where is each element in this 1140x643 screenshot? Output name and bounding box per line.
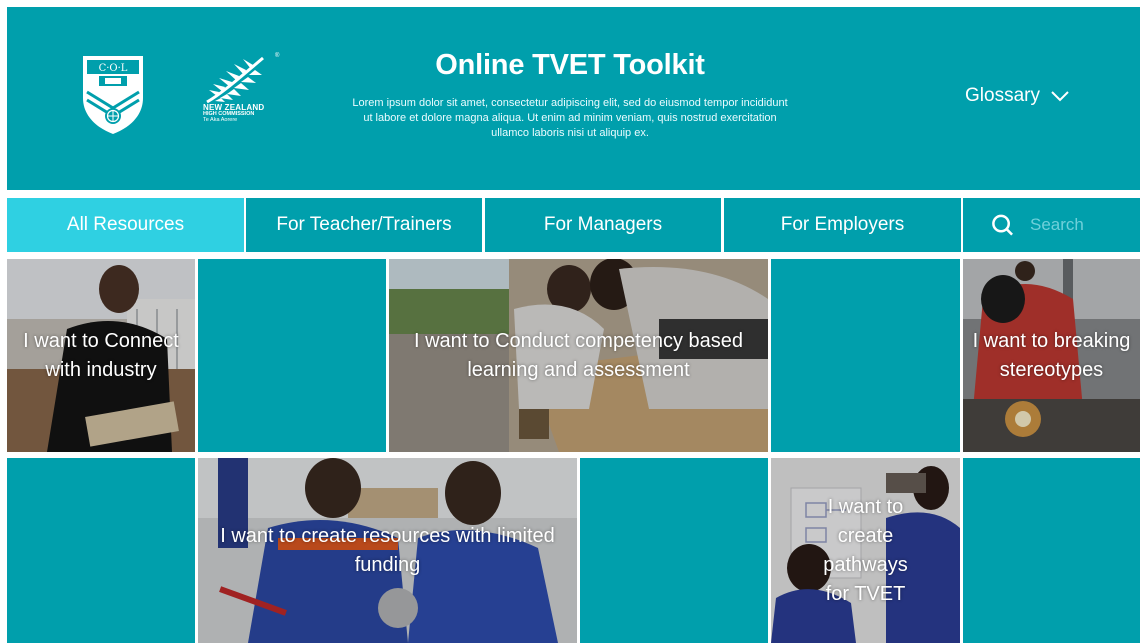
glossary-dropdown[interactable]: Glossary	[965, 81, 1070, 111]
tile-breaking-stereotypes[interactable]: I want to breaking stereotypes	[963, 259, 1140, 452]
tab-employers[interactable]: For Employers	[724, 198, 961, 252]
tab-managers[interactable]: For Managers	[485, 198, 721, 252]
site-title: Online TVET Toolkit	[435, 49, 705, 81]
tile-blank	[7, 458, 195, 643]
tab-label: All Resources	[66, 214, 185, 235]
site-title-wrap: Online TVET Toolkit	[0, 49, 1140, 82]
tab-all-resources[interactable]: All Resources	[7, 198, 244, 252]
tile-blank	[963, 458, 1140, 643]
tab-label: For Managers	[543, 214, 663, 235]
tile-label: I want to Conduct competency based learn…	[413, 329, 744, 381]
nz-logo-line3: Te Aka Aorere	[203, 117, 238, 124]
chevron-down-icon	[1051, 91, 1069, 102]
tile-create-pathways[interactable]: I want to create pathways for TVET	[771, 458, 960, 643]
tile-blank	[580, 458, 768, 643]
glossary-label: Glossary	[965, 85, 1040, 106]
nz-high-commission-logo: ® NEW ZEALAND HIGH COMMISSION Te Aka Aor…	[203, 53, 293, 142]
registered-mark: ®	[275, 53, 280, 59]
tab-label: For Teacher/Trainers	[276, 214, 452, 235]
tile-create-resources-limited-funding[interactable]: I want to create resources with limited …	[198, 458, 577, 643]
col-logo-text: C·O·L	[99, 63, 128, 74]
tile-connect-with-industry[interactable]: I want to Connect with industry	[7, 259, 195, 452]
tile-competency-based-learning[interactable]: I want to Conduct competency based learn…	[389, 259, 768, 452]
tab-teacher-trainers[interactable]: For Teacher/Trainers	[246, 198, 482, 252]
search-icon	[992, 214, 1013, 236]
site-description: Lorem ipsum dolor sit amet, consectetur …	[352, 97, 788, 139]
search-box[interactable]	[963, 198, 1140, 252]
col-shield-logo: C·O·L	[83, 56, 143, 134]
silver-fern-icon	[206, 56, 264, 104]
tile-blank	[771, 259, 960, 452]
search-input[interactable]	[1030, 215, 1140, 235]
tile-label: I want to create resources with limited …	[220, 524, 555, 576]
site-header: C·O·L ® NEW ZEALAND HIGH COMMISSION Te A…	[7, 7, 1140, 190]
tile-blank	[198, 259, 386, 452]
tile-label: I want to create pathways for TVET	[823, 495, 908, 605]
nz-logo-text: NEW ZEALAND HIGH COMMISSION Te Aka Aorer…	[203, 103, 264, 124]
tile-label: I want to breaking stereotypes	[972, 329, 1131, 381]
tile-label: I want to Connect with industry	[23, 329, 179, 381]
tab-label: For Employers	[780, 214, 905, 235]
